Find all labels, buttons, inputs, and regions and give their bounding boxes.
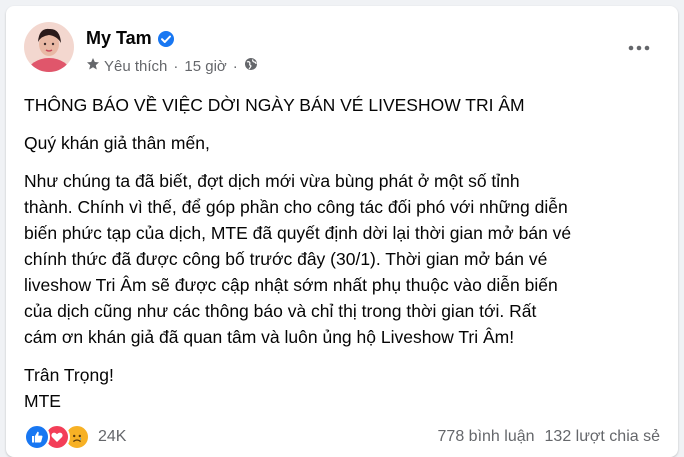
body-line: biến phức tạp của dịch, MTE đã quyết địn… (24, 223, 572, 243)
body-line: của dịch cũng như các thông báo và chỉ t… (24, 301, 537, 321)
verified-badge-icon (157, 30, 175, 48)
more-horizontal-icon (628, 38, 650, 56)
author-avatar[interactable] (24, 22, 74, 72)
signoff-line-2: MTE (24, 391, 61, 411)
body-line: cám ơn khán giả đã quan tâm và luôn ủng … (24, 327, 515, 347)
body-line: chính thức đã được công bố trước đây (30… (24, 249, 548, 269)
post-time[interactable]: 15 giờ (184, 58, 226, 75)
more-options-button[interactable] (622, 30, 656, 64)
share-count-link[interactable]: 132 lượt chia sẻ (545, 428, 660, 446)
body-line: liveshow Tri Âm sẽ được cập nhật sớm nhấ… (24, 275, 558, 295)
like-reaction-icon (24, 424, 50, 450)
post-body: Như chúng ta đã biết, đợt dịch mới vừa b… (24, 168, 664, 350)
meta-separator-2: · (232, 57, 238, 75)
meta-separator: · (173, 57, 179, 75)
engagement-stats: 778 bình luận 132 lượt chia sẻ (438, 428, 660, 446)
body-line: thành. Chính vì thế, để góp phần cho côn… (24, 197, 568, 217)
post-greeting: Quý khán giả thân mến, (24, 133, 210, 153)
post-title: THÔNG BÁO VỀ VIỆC DỜI NGÀY BÁN VÉ LIVESH… (24, 95, 525, 115)
reactions-summary[interactable]: 24K (24, 424, 126, 450)
post-header: My Tam Yêu thích · 15 giờ · (24, 22, 666, 82)
audience-label: Yêu thích (104, 57, 168, 75)
post-footer: 24K 778 bình luận 132 lượt chia sẻ (24, 422, 660, 452)
reaction-count: 24K (98, 428, 127, 445)
avatar-image (24, 22, 74, 72)
author-name[interactable]: My Tam (86, 28, 152, 49)
author-row: My Tam (86, 28, 175, 49)
globe-icon[interactable] (244, 57, 258, 75)
post-card: My Tam Yêu thích · 15 giờ · THÔNG BÁO VỀ… (6, 6, 678, 457)
post-signoff: Trân Trọng! MTE (24, 362, 664, 414)
post-content: THÔNG BÁO VỀ VIỆC DỜI NGÀY BÁN VÉ LIVESH… (24, 92, 664, 414)
comment-count-link[interactable]: 778 bình luận (438, 428, 535, 446)
body-line: Như chúng ta đã biết, đợt dịch mới vừa b… (24, 171, 520, 191)
signoff-line-1: Trân Trọng! (24, 365, 114, 385)
star-icon (86, 57, 100, 75)
post-meta: Yêu thích · 15 giờ · (86, 57, 258, 75)
